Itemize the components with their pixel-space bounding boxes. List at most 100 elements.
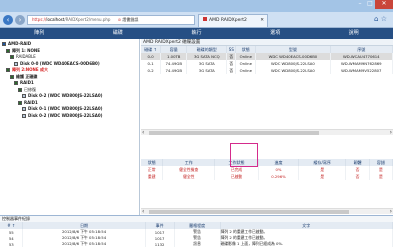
disk-cell: Online	[235, 60, 257, 67]
event-cell: 磁碟影像 1 上面，陣列已經成為 0%.	[220, 241, 393, 247]
disk-cell: 0-2	[141, 67, 162, 74]
column-header[interactable]: 文字	[220, 222, 393, 229]
event-log-table: # ↑ 日期 事件 嚴格程度 文字 55 2012/8/6 下午 05:18:54 1017…	[0, 222, 393, 247]
cert-error-icon[interactable]: ⊘	[118, 17, 121, 22]
column-header[interactable]: 進度	[258, 159, 299, 166]
event-cell: 1132	[145, 241, 175, 247]
disk-cell: 3G SATA	[186, 67, 228, 74]
scroll-right-icon[interactable]: ›	[390, 129, 392, 136]
column-header[interactable]: # ↑	[0, 222, 24, 229]
menu-options[interactable]: 選項	[236, 28, 315, 39]
disk-cell: 3G SATA NCQ	[186, 53, 228, 60]
back-icon[interactable]: ‹	[3, 15, 13, 25]
maximize-button[interactable]: □	[365, 0, 375, 9]
column-header[interactable]: 磁碟 ↑	[141, 46, 162, 53]
column-header[interactable]: 日期	[22, 222, 146, 229]
status-cell: 0%	[258, 166, 299, 173]
status-cell: 是	[298, 173, 347, 180]
status-cell: 是	[369, 166, 393, 173]
disk-icon	[22, 113, 26, 118]
column-header[interactable]: 韌體	[345, 159, 370, 166]
scroll-right-icon[interactable]: ›	[390, 208, 392, 215]
disk-table-header: 磁碟 ↑ 容量 磁碟的類型 SS 狀態 型號 序號	[141, 46, 393, 53]
menu-help[interactable]: 說明	[314, 28, 393, 39]
column-header[interactable]: 容量	[160, 46, 188, 53]
disk-row[interactable]: 0-0 1.00TB 3G SATA NCQ 否 Online WDC WD40EACS-…	[141, 53, 393, 60]
array-icon	[18, 100, 22, 105]
disk-row[interactable]: 0-1 74.49GB 3G SATA 否 Online WDC WD800JS-22LS…	[141, 60, 393, 67]
menu-array[interactable]: 陣列	[0, 28, 79, 39]
column-header[interactable]: 狀態	[141, 159, 164, 166]
forward-icon[interactable]: ›	[15, 15, 25, 25]
disk-cell: 0-0	[141, 53, 162, 60]
main-panel: AMD RAIDXpert2 磁碟設置 磁碟 ↑ 容量 磁碟的類型 SS 狀態 型號 序號 …	[141, 39, 393, 215]
disk-cell: WD-WMAM9V522807	[330, 67, 393, 74]
disk-cell: WDC WD800JS-22LSA0	[255, 60, 331, 67]
main-title: AMD RAIDXpert2 磁碟設置	[141, 39, 393, 46]
address-bar[interactable]: https://localhost/RAIDXpert2/menu.php ⊘ …	[27, 15, 195, 25]
scrollbar-thumb[interactable]	[149, 210, 349, 214]
disk-cell: Online	[235, 53, 257, 60]
column-header[interactable]: 容錯	[369, 159, 393, 166]
disk-cell: 否	[226, 53, 237, 60]
scroll-left-icon[interactable]: ‹	[142, 208, 144, 215]
event-row[interactable]: 53 2012/8/6 下午 05:18:54 1132 訊息 磁碟影像 1 上面，陣列…	[0, 241, 393, 247]
scrollbar-thumb[interactable]	[149, 131, 319, 135]
status-cell: 否	[345, 166, 370, 173]
status-table-scrollbar[interactable]: ‹ ›	[141, 208, 393, 215]
status-row[interactable]: 正常 健全性檢查 已完成 0% 是否是	[141, 166, 393, 173]
status-cell: 健全性	[162, 173, 216, 180]
column-header[interactable]: 型號	[255, 46, 331, 53]
disk-cell: 74.49GB	[160, 67, 188, 74]
disk-table-scrollbar[interactable]: ‹ ›	[141, 129, 393, 136]
disk-cell: 1.00TB	[160, 53, 188, 60]
home-icon[interactable]: ⌂	[374, 15, 378, 23]
browser-tab[interactable]: AMD RAIDXpert2 ✕	[198, 14, 268, 27]
status-cell: 是	[369, 173, 393, 180]
favorites-star-icon[interactable]: ☆	[381, 15, 387, 23]
array-icon	[10, 74, 14, 79]
column-header[interactable]: 事件	[145, 222, 175, 229]
status-cell: 否	[345, 173, 370, 180]
tree-item-label: Disk 0-2 (WDC WD800JS-22LSA0)	[28, 93, 103, 98]
browser-toolbar: ‹ › https://localhost/RAIDXpert2/menu.ph…	[0, 12, 393, 28]
controller-icon	[2, 42, 6, 47]
tree-item-label: Disk 0-2 (WDC WD800JS-22LSA0)	[28, 112, 103, 118]
scroll-left-icon[interactable]: ‹	[142, 129, 144, 136]
event-cell: 2012/8/6 下午 05:18:54	[22, 241, 146, 247]
column-header[interactable]: 磁碟的類型	[186, 46, 228, 53]
disk-cell: WDC WD800JS-22LSA0	[255, 67, 331, 74]
menu-disk[interactable]: 磁碟	[79, 28, 158, 39]
array-status-table: 狀態 工作 工作狀態 進度 緩存/寫序 韌體 容錯 正常 健全性檢查 已完成 0% 是否是重建 健全性…	[141, 159, 393, 180]
column-header[interactable]: 嚴格程度	[174, 222, 221, 229]
disk-row[interactable]: 0-2 74.49GB 3G SATA 否 Online WDC WD800JS-22LS…	[141, 67, 393, 74]
column-header[interactable]: 工作	[162, 159, 216, 166]
array-icon	[18, 87, 22, 92]
status-cell: 已啟動	[214, 173, 259, 180]
window-titlebar: – □ ✕	[0, 0, 393, 12]
status-cell: 已完成	[214, 166, 259, 173]
column-header[interactable]: 狀態	[235, 46, 257, 53]
column-header[interactable]: SS	[226, 46, 237, 53]
column-header[interactable]: 緩存/寫序	[298, 159, 347, 166]
tab-close-icon[interactable]: ✕	[260, 15, 264, 27]
array-icon	[14, 81, 18, 86]
minimize-button[interactable]: –	[355, 0, 365, 9]
disk-cell: WD-WMAM9N762869	[330, 60, 393, 67]
status-row[interactable]: 重建 健全性 已啟動 0.296% 是否是	[141, 173, 393, 180]
status-cell: 重建	[141, 173, 164, 180]
progress-highlight-box	[230, 143, 258, 167]
status-table-header: 狀態 工作 工作狀態 進度 緩存/寫序 韌體 容錯	[141, 159, 393, 166]
event-log-panel: 控制器事件紀錄 # ↑ 日期 事件 嚴格程度 文字 55 2012/8/6 下午 05:1…	[0, 215, 393, 247]
close-button[interactable]: ✕	[375, 0, 393, 9]
disk-cell: 3G SATA	[186, 60, 228, 67]
event-table-header: # ↑ 日期 事件 嚴格程度 文字	[0, 222, 393, 229]
tree-item[interactable]: Disk 0-2 (WDC WD800JS-22LSA0)	[2, 113, 139, 120]
disk-table: 磁碟 ↑ 容量 磁碟的類型 SS 狀態 型號 序號 0-0 1.00TB 3G SATA NCQ…	[141, 46, 393, 74]
array-icon	[6, 48, 10, 53]
cert-error-label[interactable]: 證書錯誤	[122, 17, 138, 22]
column-header[interactable]: 序號	[330, 46, 393, 53]
status-cell: 健全性檢查	[162, 166, 216, 173]
disk-icon	[14, 61, 18, 66]
menu-run[interactable]: 執行	[157, 28, 236, 39]
